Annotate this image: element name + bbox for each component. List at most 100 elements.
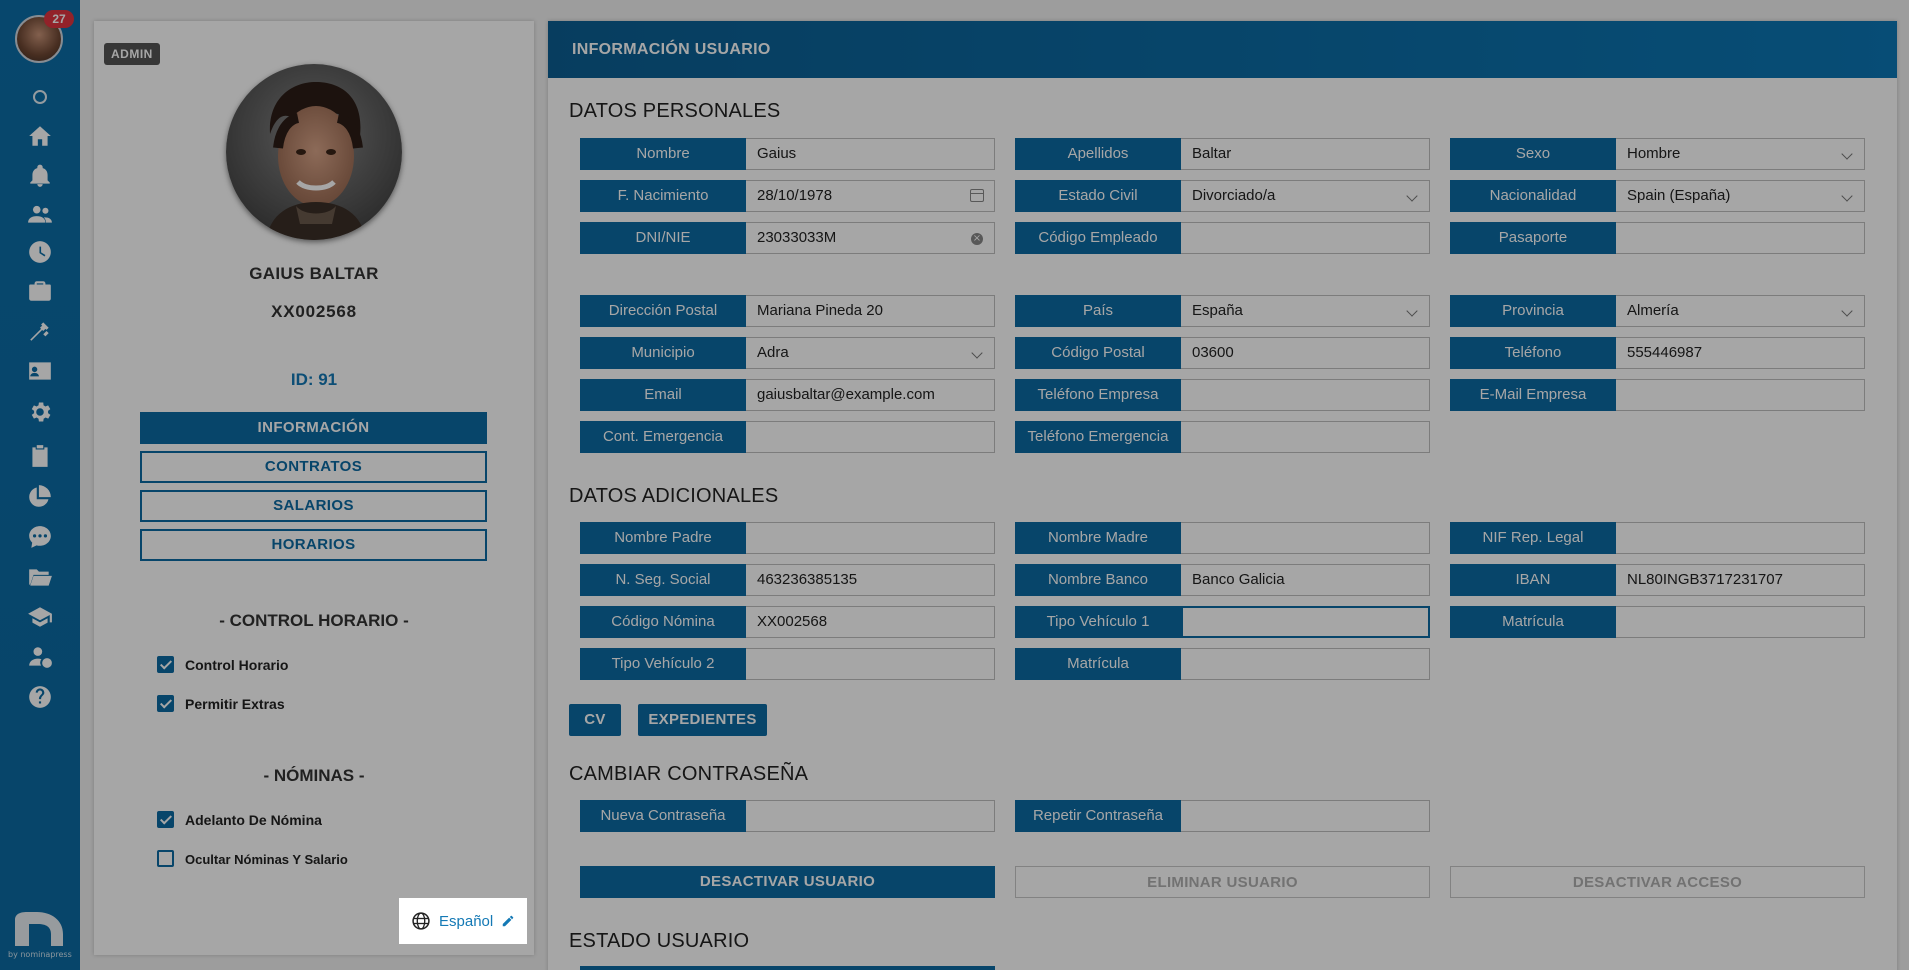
field-label: Teléfono [1450,337,1616,369]
menu-info-button[interactable]: INFORMACIÓN [140,412,487,444]
iban-input[interactable]: NL80INGB3717231707 [1616,564,1865,596]
banco-field: Nombre Banco Banco Galicia [1015,564,1430,596]
control-horario-checkbox[interactable] [157,656,174,673]
sexo-select[interactable]: Hombre [1616,138,1865,170]
pasaporte-input[interactable] [1616,222,1865,254]
language-selector[interactable]: Español [399,898,527,944]
telefono-empresa-input[interactable] [1181,379,1430,411]
direccion-field: Dirección Postal Mariana Pineda 20 [580,295,995,327]
permitir-extras-checkbox[interactable] [157,695,174,712]
field-label: Nombre Banco [1015,564,1181,596]
brand-footer: by nominapress [8,950,72,959]
nif-rep-input[interactable] [1616,522,1865,554]
globe-icon [412,912,430,930]
dni-input[interactable]: 23033033M × [746,222,995,254]
codigo-postal-input[interactable]: 03600 [1181,337,1430,369]
chevron-down-icon [1841,190,1853,202]
calendar-icon[interactable] [970,189,984,202]
help-icon[interactable] [26,683,54,711]
menu-schedules-button[interactable]: HORARIOS [140,529,487,561]
nueva-contrasena-input[interactable] [746,800,995,832]
field-label: Nueva Contraseña [580,800,746,832]
clear-icon[interactable]: × [971,233,983,245]
role-badge: ADMIN [104,43,160,65]
menu-contracts-button[interactable]: CONTRATOS [140,451,487,483]
folder-icon[interactable] [26,563,54,591]
banco-input[interactable]: Banco Galicia [1181,564,1430,596]
apellidos-input[interactable]: Baltar [1181,138,1430,170]
nombre-input[interactable]: Gaius [746,138,995,170]
deactivate-access-button: DESACTIVAR ACCESO [1450,866,1865,898]
telefono-input[interactable]: 555446987 [1616,337,1865,369]
matricula-2-field: Matrícula [1015,648,1430,680]
matricula-1-input[interactable] [1616,606,1865,638]
nombre-padre-field: Nombre Padre [580,522,995,554]
field-label: País [1015,295,1181,327]
pais-select[interactable]: España [1181,295,1430,327]
codigo-nomina-field: Código Nómina XX002568 [580,606,995,638]
nacimiento-field: F. Nacimiento 28/10/1978 [580,180,995,212]
graduation-cap-icon[interactable] [26,603,54,631]
employee-code: XX002568 [271,302,357,321]
tipo-vehiculo-2-input[interactable] [746,648,995,680]
matricula-2-input[interactable] [1181,648,1430,680]
codigo-postal-field: Código Postal 03600 [1015,337,1430,369]
pie-chart-icon[interactable] [26,482,54,510]
nombre-padre-input[interactable] [746,522,995,554]
ocultar-nominas-checkbox[interactable] [157,850,174,867]
user-payroll-icon[interactable] [26,643,54,671]
nominas-heading: - NÓMINAS - [263,766,365,785]
expedientes-button[interactable]: EXPEDIENTES [638,704,767,736]
gear-icon[interactable] [26,398,54,426]
deactivate-user-button[interactable]: DESACTIVAR USUARIO [580,866,995,898]
home-icon[interactable] [26,122,54,150]
control-horario-heading: - CONTROL HORARIO - [219,611,409,630]
nacionalidad-field: Nacionalidad Spain (España) [1450,180,1865,212]
delete-user-button: ELIMINAR USUARIO [1015,866,1430,898]
briefcase-icon[interactable] [26,277,54,305]
clock-icon[interactable] [26,238,54,266]
tipo-vehiculo-1-input[interactable] [1181,606,1430,638]
nacionalidad-select[interactable]: Spain (España) [1616,180,1865,212]
field-label: IBAN [1450,564,1616,596]
people-icon[interactable] [26,200,54,228]
chevron-down-icon [1841,305,1853,317]
clipboard-icon[interactable] [26,442,54,470]
menu-salaries-button[interactable]: SALARIOS [140,490,487,522]
email-input[interactable]: gaiusbaltar@example.com [746,379,995,411]
adelanto-nomina-label: Adelanto De Nómina [185,812,322,828]
bell-icon[interactable] [26,162,54,190]
nacimiento-input[interactable]: 28/10/1978 [746,180,995,212]
field-label: Matrícula [1015,648,1181,680]
telefono-field: Teléfono 555446987 [1450,337,1865,369]
chat-icon[interactable] [26,523,54,551]
codigo-nomina-input[interactable]: XX002568 [746,606,995,638]
telefono-emergencia-input[interactable] [1181,421,1430,453]
id-card-icon[interactable] [26,357,54,385]
direccion-input[interactable]: Mariana Pineda 20 [746,295,995,327]
municipio-select[interactable]: Adra [746,337,995,369]
seg-social-input[interactable]: 463236385135 [746,564,995,596]
pencil-icon[interactable] [501,914,515,928]
codigo-empleado-input[interactable] [1181,222,1430,254]
control-horario-label: Control Horario [185,657,289,673]
provincia-select[interactable]: Almería [1616,295,1865,327]
cv-button[interactable]: CV [569,704,621,736]
pais-field: País España [1015,295,1430,327]
pasaporte-field: Pasaporte [1450,222,1865,254]
telefono-emergencia-field: Teléfono Emergencia [1015,421,1430,453]
adelanto-nomina-checkbox[interactable] [157,811,174,828]
nombre-madre-input[interactable] [1181,522,1430,554]
field-label: Código Empleado [1015,222,1181,254]
panel-header: INFORMACIÓN USUARIO [548,21,1897,78]
nombre-madre-field: Nombre Madre [1015,522,1430,554]
tipo-vehiculo-1-field: Tipo Vehículo 1 [1015,606,1430,638]
email-empresa-input[interactable] [1616,379,1865,411]
repetir-contrasena-input[interactable] [1181,800,1430,832]
cont-emergencia-input[interactable] [746,421,995,453]
provincia-field: Provincia Almería [1450,295,1865,327]
user-full-name: GAIUS BALTAR [249,264,379,283]
estado-civil-select[interactable]: Divorciado/a [1181,180,1430,212]
field-label: Tipo Vehículo 2 [580,648,746,680]
tools-icon[interactable] [26,317,54,345]
